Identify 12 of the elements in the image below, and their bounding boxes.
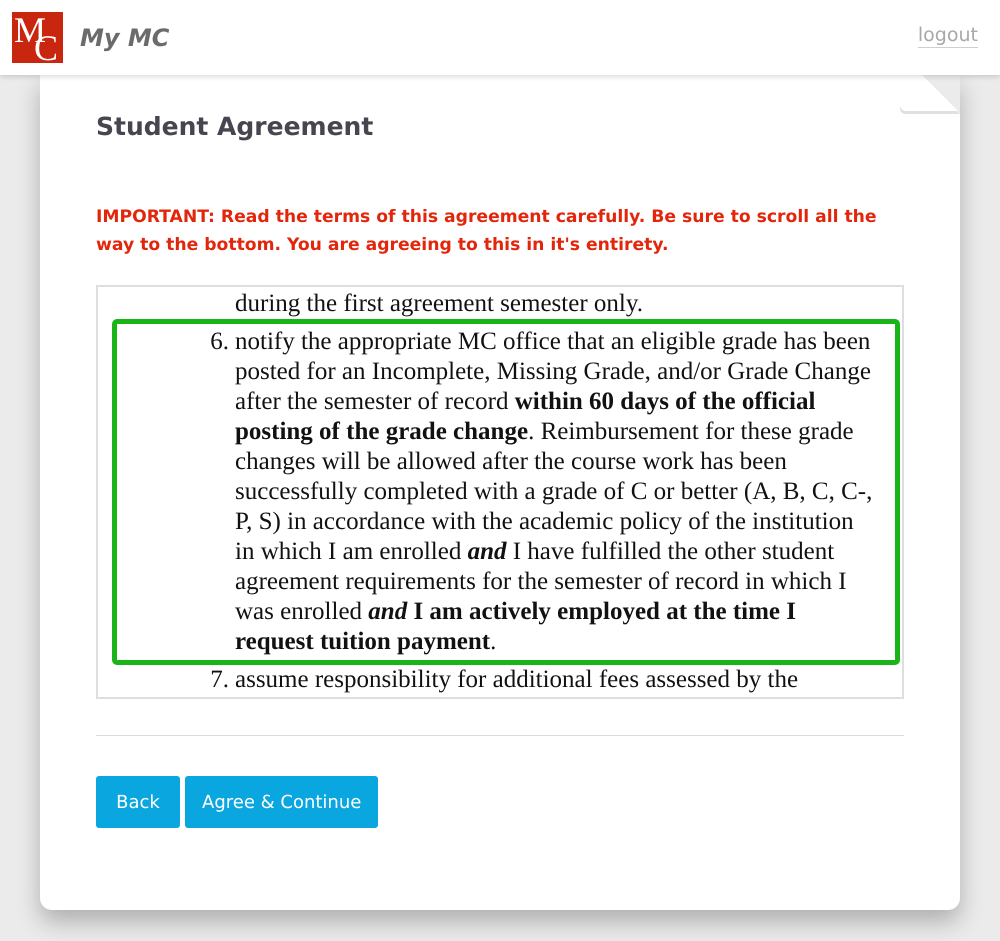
agree-continue-button[interactable]: Agree & Continue <box>185 776 378 828</box>
app-title: My MC <box>80 24 170 52</box>
warning-text: IMPORTANT: Read the terms of this agreement carefully. Be sure to scroll all the way to the bottom. You are agreeing to this in it's entirety. <box>96 206 878 257</box>
back-button[interactable]: Back <box>96 776 180 828</box>
agreement-text: during the first agreement semester only. <box>235 289 644 319</box>
logout-link[interactable]: logout <box>918 24 978 46</box>
agreement-scroll-box[interactable] <box>96 285 904 699</box>
list-number: 7. <box>209 665 229 695</box>
list-number: 6. <box>209 327 229 357</box>
page-title: Student Agreement <box>96 111 374 143</box>
list-item-text: notify the appropriate MC office that an eligible grade has been posted for an Incomplete, Missing Grade, and/or Grade Change after the semester of record within 60 days of the official posting of the grade change. Reimbursement for these grade changes will be allowed after the course work has been successfully completed with a grade of C or better (A, B, C, C-, P, S) in accordance with the academic policy of the institution in which I am enrolled and I have fulfilled the other student agreement requirements for the semester of record in which I was enrolled and I am actively employed at the time I request tuition payment. <box>235 327 874 657</box>
list-item-text: assume responsibility for additional fees assessed by the <box>235 665 800 695</box>
